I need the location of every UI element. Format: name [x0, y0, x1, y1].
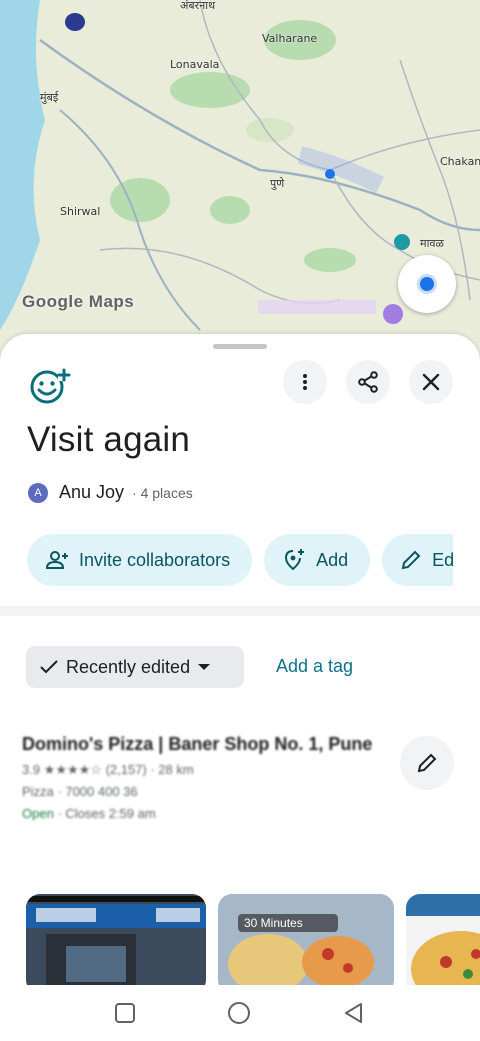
- chip-label: Invite collaborators: [79, 549, 231, 570]
- chevron-down-icon: [198, 664, 211, 670]
- my-location-button[interactable]: [398, 255, 456, 313]
- photo-strip: 30 Minutes: [26, 894, 480, 994]
- location-dot-icon: [420, 277, 434, 291]
- place-count: · 4 places: [132, 484, 193, 501]
- action-chips: Invite collaborators Add Edit: [27, 534, 453, 586]
- owner-name: Anu Joy: [59, 482, 125, 502]
- close-button[interactable]: [409, 360, 453, 404]
- pencil-icon: [401, 550, 421, 570]
- closing-time: · Closes 2:59 am: [57, 806, 156, 821]
- map-label: Lonavala: [170, 58, 220, 71]
- list-owner: A Anu Joy · 4 places: [28, 482, 193, 503]
- map-label: Valharane: [262, 32, 318, 45]
- add-tag-link[interactable]: Add a tag: [276, 656, 353, 677]
- more-options-button[interactable]: [283, 360, 327, 404]
- home-button[interactable]: [227, 1001, 251, 1025]
- edit-note-button[interactable]: [400, 736, 454, 790]
- back-button[interactable]: [342, 1001, 366, 1025]
- map-label: Chakan: [440, 155, 480, 168]
- square-icon: [115, 1003, 135, 1023]
- sort-dropdown[interactable]: Recently edited: [26, 646, 244, 688]
- check-icon: [40, 660, 58, 674]
- system-nav-bar: [0, 985, 480, 1041]
- add-place-icon: [285, 549, 305, 571]
- map-label: पुणे: [270, 177, 285, 190]
- list-title: Visit again: [27, 420, 191, 459]
- place-rating: 3.9 ★★★★☆ (2,157) · 28 km: [22, 762, 194, 777]
- place-details: Pizza · 7000 400 36: [22, 784, 138, 799]
- pizza-photo[interactable]: [406, 894, 480, 994]
- chip-label: Edit: [432, 549, 453, 570]
- avatar: A: [28, 482, 48, 503]
- place-hours: Open · Closes 2:59 am: [22, 803, 392, 825]
- storefront-photo[interactable]: [26, 894, 206, 994]
- list-bottom-sheet: Visit again A Anu Joy · 4 places Invite …: [0, 334, 480, 1041]
- section-divider: [0, 606, 480, 616]
- more-vert-icon: [303, 374, 307, 390]
- food-photo[interactable]: 30 Minutes: [218, 894, 394, 994]
- map-label: मावळ: [420, 237, 444, 250]
- share-button[interactable]: [346, 360, 390, 404]
- add-place-button[interactable]: Add: [264, 534, 371, 586]
- list-item[interactable]: Domino's Pizza | Baner Shop No. 1, Pune …: [22, 730, 392, 825]
- back-triangle-icon: [345, 1003, 362, 1023]
- edit-list-button[interactable]: Edit: [382, 534, 453, 586]
- pencil-icon: [417, 753, 437, 773]
- google-maps-logo: Google Maps: [22, 292, 135, 311]
- open-status: Open: [22, 806, 54, 821]
- person-add-icon: [45, 551, 68, 569]
- invite-collaborators-button[interactable]: Invite collaborators: [27, 534, 253, 586]
- circle-icon: [228, 1002, 250, 1024]
- place-name: Domino's Pizza | Baner Shop No. 1, Pune: [22, 734, 373, 754]
- close-icon: [422, 373, 440, 391]
- photo-caption: 30 Minutes: [244, 916, 303, 930]
- drag-handle[interactable]: [213, 344, 267, 349]
- chip-label: Add: [316, 549, 349, 570]
- recents-button[interactable]: [113, 1001, 137, 1025]
- map-label: Shirwal: [60, 205, 101, 218]
- share-icon: [358, 371, 378, 393]
- sort-label: Recently edited: [66, 656, 191, 677]
- map-label: अंबरनाथ: [180, 0, 216, 12]
- map-view[interactable]: अंबरनाथ Valharane मुंबई Lonavala पुणे Sh…: [0, 0, 480, 360]
- smiley-plus-icon: [28, 366, 72, 406]
- map-label: मुंबई: [40, 91, 59, 104]
